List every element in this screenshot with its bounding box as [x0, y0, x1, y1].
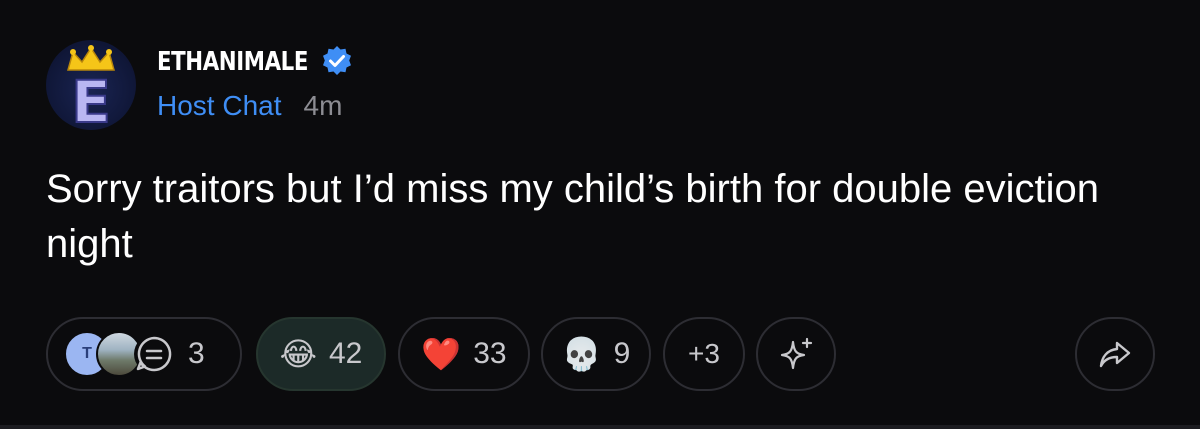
reaction-skull-button[interactable]: 💀 9 — [541, 317, 651, 391]
reaction-skull-count: 9 — [613, 337, 631, 370]
replies-count: 3 — [188, 337, 205, 370]
reaction-laugh-count: 42 — [329, 337, 363, 370]
more-reactions-button[interactable]: +3 — [663, 317, 745, 391]
chat-bubble-icon — [134, 334, 174, 374]
verified-badge-icon — [323, 46, 352, 75]
reaction-heart-count: 33 — [473, 337, 507, 370]
divider — [0, 425, 1200, 429]
heart-emoji-icon: ❤️ — [421, 336, 462, 372]
reaction-laugh-button[interactable]: 😂 42 — [256, 317, 386, 391]
sparkle-add-reaction-icon — [780, 337, 813, 370]
username[interactable]: ETHANIMALE — [157, 47, 308, 77]
post-timestamp: 4m — [303, 90, 343, 121]
reply-avatar-initial: T — [82, 345, 92, 362]
skull-emoji-icon: 💀 — [561, 336, 602, 372]
more-reactions-label: +3 — [688, 338, 720, 369]
channel-link[interactable]: Host Chat — [157, 90, 282, 122]
share-arrow-icon — [1099, 341, 1131, 368]
share-button[interactable] — [1075, 317, 1155, 391]
user-avatar[interactable]: E — [46, 40, 136, 130]
post-body: Sorry traitors but I’d miss my child’s b… — [46, 167, 1099, 266]
post-card: E ETHANIMALE Host Chat 4m Sorry traitors… — [0, 0, 1200, 429]
add-reaction-button[interactable] — [756, 317, 836, 391]
replies-button[interactable]: T 3 — [46, 317, 242, 391]
laughing-emoji-icon: 😂 — [279, 336, 317, 372]
name-row: ETHANIMALE — [157, 42, 355, 82]
crown-e-logo-icon: E — [67, 45, 115, 130]
reaction-heart-button[interactable]: ❤️ 33 — [398, 317, 530, 391]
post-meta: Host Chat 4m — [157, 90, 342, 122]
svg-text:E: E — [71, 68, 111, 130]
